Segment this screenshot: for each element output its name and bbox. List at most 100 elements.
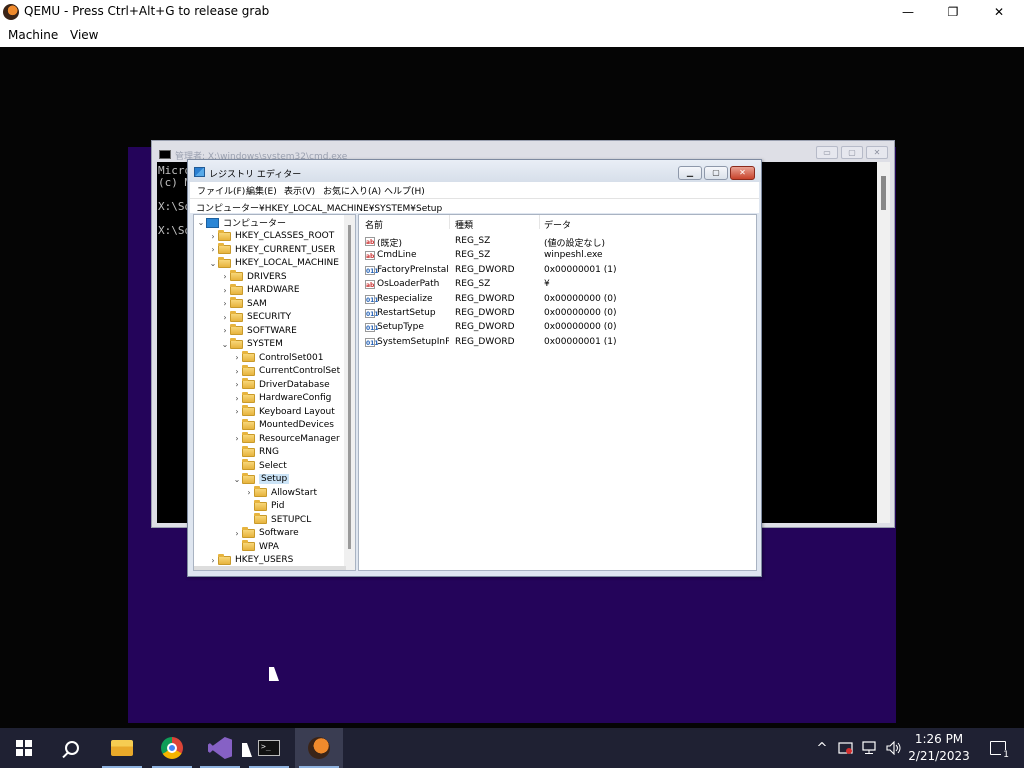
chevron-right-icon[interactable]: › [208, 245, 218, 254]
regedit-minimize-button[interactable]: ▁ [678, 166, 702, 180]
menu-file[interactable]: ファイル(F) [197, 184, 245, 197]
address-bar[interactable]: コンピューター¥HKEY_LOCAL_MACHINE¥SYSTEM¥Setup [190, 198, 759, 214]
tree-node-label: Select [259, 460, 287, 471]
chevron-down-icon[interactable]: ⌄ [220, 340, 230, 349]
tree-node[interactable]: ⌄ SYSTEM [220, 337, 283, 351]
folder-icon [218, 256, 231, 268]
tray-clock[interactable]: 1:26 PM 2/21/2023 [908, 728, 970, 768]
menu-edit[interactable]: 編集(E) [246, 184, 277, 197]
tree-node[interactable]: › HardwareConfig [232, 391, 331, 405]
tray-overflow-chevron[interactable]: ^ [812, 728, 832, 768]
chevron-right-icon[interactable]: › [220, 272, 230, 281]
tree-hscrollbar[interactable] [194, 566, 346, 570]
tree-node[interactable]: › HARDWARE [220, 283, 300, 297]
cmd-minimize-button[interactable]: ▭ [816, 146, 838, 159]
chevron-down-icon[interactable]: ⌄ [196, 218, 206, 227]
chevron-right-icon[interactable]: › [232, 407, 242, 416]
tree-scroll-thumb[interactable] [348, 225, 351, 549]
menu-view[interactable]: View [70, 28, 98, 42]
chevron-right-icon[interactable]: › [232, 434, 242, 443]
tree-node[interactable]: › CurrentControlSet [232, 364, 340, 378]
tree-node[interactable]: › ControlSet001 [232, 351, 324, 364]
tree-node[interactable]: › SAM [220, 297, 267, 310]
column-header-data[interactable]: データ [544, 218, 571, 231]
tree-node[interactable]: Select [232, 459, 287, 472]
cmd-close-button[interactable]: ✕ [866, 146, 888, 159]
column-header-type[interactable]: 種類 [455, 218, 473, 231]
menu-machine[interactable]: Machine [8, 28, 58, 42]
regedit-close-button[interactable]: ✕ [730, 166, 755, 180]
chevron-right-icon[interactable]: › [220, 326, 230, 335]
value-row[interactable]: 011 SetupType REG_DWORD 0x00000000 (0) [359, 321, 756, 335]
chevron-right-icon[interactable]: › [220, 299, 230, 308]
tree-node[interactable]: › SOFTWARE [220, 324, 297, 337]
tree-node[interactable]: WPA [232, 540, 279, 553]
column-header-name[interactable]: 名前 [365, 218, 383, 231]
tray-security[interactable] [836, 728, 856, 768]
menu-favorites[interactable]: お気に入り(A) [323, 184, 381, 197]
chevron-right-icon[interactable]: › [232, 394, 242, 403]
tree-node[interactable]: › DriverDatabase [232, 378, 330, 391]
chevron-right-icon[interactable]: › [232, 367, 242, 376]
chevron-right-icon[interactable]: › [232, 529, 242, 538]
tree-node[interactable]: › AllowStart [244, 486, 317, 499]
chevron-down-icon[interactable]: ⌄ [232, 475, 242, 484]
registry-tree[interactable]: ⌄ コンピューター › HKEY_CLASSES_ROOT › HKEY_CURRENT_… [193, 214, 356, 571]
chevron-right-icon[interactable]: › [220, 313, 230, 322]
minimize-button[interactable]: — [885, 0, 931, 24]
taskbar-qemu[interactable] [295, 728, 343, 768]
value-row[interactable]: 011 RestartSetup REG_DWORD 0x00000000 (0) [359, 307, 756, 321]
tree-node[interactable]: › HKEY_USERS [208, 553, 293, 567]
chevron-right-icon[interactable]: › [232, 380, 242, 389]
registry-editor-window[interactable]: レジストリ エディター ▁ ▢ ✕ ファイル(F) 編集(E) 表示(V) お気… [187, 159, 762, 577]
chevron-right-icon[interactable]: › [220, 286, 230, 295]
tree-node[interactable]: › HKEY_CLASSES_ROOT [208, 229, 334, 243]
chevron-right-icon[interactable]: › [232, 353, 242, 362]
tree-node[interactable]: RNG [232, 445, 279, 459]
regedit-maximize-button[interactable]: ▢ [704, 166, 728, 180]
tray-network[interactable] [860, 728, 882, 768]
chevron-right-icon[interactable]: › [244, 488, 254, 497]
cmd-scrollbar[interactable] [877, 162, 890, 523]
column-divider[interactable] [539, 215, 540, 229]
tree-node[interactable]: Pid [244, 499, 284, 513]
value-row[interactable]: ab CmdLine REG_SZ winpeshl.exe [359, 249, 756, 263]
taskbar-file-explorer[interactable] [98, 728, 146, 768]
value-row[interactable]: 011 Respecialize REG_DWORD 0x00000000 (0) [359, 293, 756, 307]
chevron-down-icon[interactable]: ⌄ [208, 259, 218, 268]
tree-node[interactable]: ⌄ コンピューター [196, 216, 286, 229]
start-button[interactable] [0, 728, 48, 768]
value-row[interactable]: 011SystemSetupInP... REG_DWORD 0x00000001 … [359, 336, 756, 350]
close-button[interactable]: ✕ [976, 0, 1022, 24]
taskbar-command-prompt[interactable]: >_ [245, 728, 293, 768]
search-button[interactable] [48, 728, 96, 768]
tree-node[interactable]: ⌄ HKEY_LOCAL_MACHINE [208, 256, 339, 270]
chevron-right-icon[interactable]: › [208, 556, 218, 565]
tree-scrollbar[interactable] [344, 215, 355, 570]
tree-node[interactable]: › HKEY_CURRENT_USER [208, 243, 335, 256]
tree-node[interactable]: SETUPCL [244, 513, 311, 526]
chevron-right-icon[interactable]: › [208, 232, 218, 241]
notification-center-button[interactable]: 1 [978, 728, 1018, 768]
value-name: (既定) [377, 239, 403, 249]
tree-node[interactable]: › Keyboard Layout [232, 405, 335, 418]
cmd-scroll-thumb[interactable] [881, 176, 886, 210]
cmd-maximize-button[interactable]: ▢ [841, 146, 863, 159]
maximize-button[interactable]: ❐ [930, 0, 976, 24]
taskbar-chrome[interactable] [148, 728, 196, 768]
tree-node[interactable]: MountedDevices [232, 418, 334, 432]
taskbar-visual-studio[interactable] [196, 728, 244, 768]
values-list[interactable]: 名前 種類 データ ab (既定) REG_SZ (値の設定なし) ab CmdLine R… [358, 214, 757, 571]
tree-node[interactable]: › Software [232, 526, 299, 540]
tree-node[interactable]: ⌄ Setup [232, 472, 290, 486]
tree-node[interactable]: › ResourceManager [232, 432, 340, 445]
value-row[interactable]: 011FactoryPreInstall... REG_DWORD 0x000000… [359, 264, 756, 278]
value-row[interactable]: ab (既定) REG_SZ (値の設定なし) [359, 235, 756, 249]
menu-view[interactable]: 表示(V) [284, 184, 315, 197]
tree-node[interactable]: › DRIVERS [220, 270, 287, 283]
menu-help[interactable]: ヘルプ(H) [384, 184, 425, 197]
tray-volume[interactable] [884, 728, 904, 768]
column-divider[interactable] [449, 215, 450, 229]
value-row[interactable]: ab OsLoaderPath REG_SZ ¥ [359, 278, 756, 292]
tree-node[interactable]: › SECURITY [220, 310, 291, 324]
